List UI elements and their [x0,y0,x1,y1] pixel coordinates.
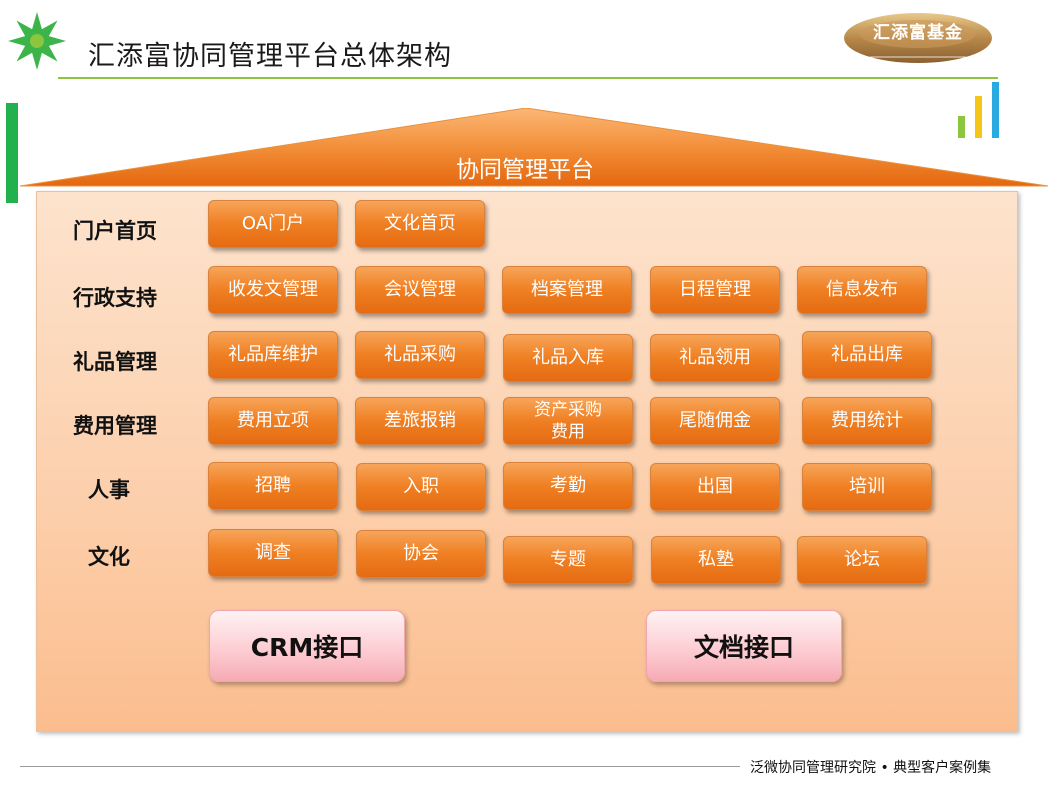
module-forum-button[interactable]: 论坛 [797,536,927,584]
page-title: 汇添富协同管理平台总体架构 [88,41,452,72]
platform-label: 协同管理平台 [456,157,594,183]
module-training-button[interactable]: 培训 [802,463,932,511]
module-gift-claim-button[interactable]: 礼品领用 [650,334,780,382]
module-archive-button[interactable]: 档案管理 [502,266,632,314]
module-gift-stock-in-button[interactable]: 礼品入库 [503,334,633,382]
module-topic-button[interactable]: 专题 [503,536,633,584]
module-travel-reimburse-button[interactable]: 差旅报销 [355,397,485,445]
module-survey-button[interactable]: 调查 [208,529,338,577]
brand-name: 汇添富基金 [873,23,963,43]
module-academy-button[interactable]: 私塾 [651,536,781,584]
module-gift-purchase-button[interactable]: 礼品采购 [355,331,485,379]
module-meeting-button[interactable]: 会议管理 [355,266,485,314]
module-attendance-button[interactable]: 考勤 [503,462,633,510]
title-divider [58,77,998,79]
module-abroad-button[interactable]: 出国 [650,463,780,511]
row-label-hr: 人事 [88,478,130,502]
footer-divider [20,766,740,767]
module-asset-purchase-button[interactable]: 资产采购费用 [503,397,633,445]
module-trailing-commission-button[interactable]: 尾随佣金 [650,397,780,445]
row-label-gift: 礼品管理 [73,350,157,374]
left-accent-bar [6,103,18,203]
module-onboard-button[interactable]: 入职 [356,463,486,511]
row-label-portal: 门户首页 [73,219,157,243]
row-label-culture: 文化 [88,545,130,569]
module-expense-stats-button[interactable]: 费用统计 [802,397,932,445]
footer-caption: 泛微协同管理研究院 • 典型客户案例集 [750,760,992,776]
green-star-logo-icon [6,10,68,76]
document-interface-button[interactable]: 文档接口 [646,610,842,682]
row-label-expense: 费用管理 [73,414,157,438]
module-schedule-button[interactable]: 日程管理 [650,266,780,314]
module-asset-purchase-label: 资产采购费用 [534,400,602,442]
module-info-publish-button[interactable]: 信息发布 [797,266,927,314]
module-culture-home-button[interactable]: 文化首页 [355,200,485,248]
module-gift-inventory-button[interactable]: 礼品库维护 [208,331,338,379]
module-recruit-button[interactable]: 招聘 [208,462,338,510]
module-oa-portal-button[interactable]: OA门户 [208,200,338,248]
module-gift-stock-out-button[interactable]: 礼品出库 [802,331,932,379]
module-expense-project-button[interactable]: 费用立项 [208,397,338,445]
module-document-dispatch-button[interactable]: 收发文管理 [208,266,338,314]
row-label-admin: 行政支持 [73,286,157,310]
crm-interface-button[interactable]: CRM接口 [209,610,405,682]
module-association-button[interactable]: 协会 [356,530,486,578]
